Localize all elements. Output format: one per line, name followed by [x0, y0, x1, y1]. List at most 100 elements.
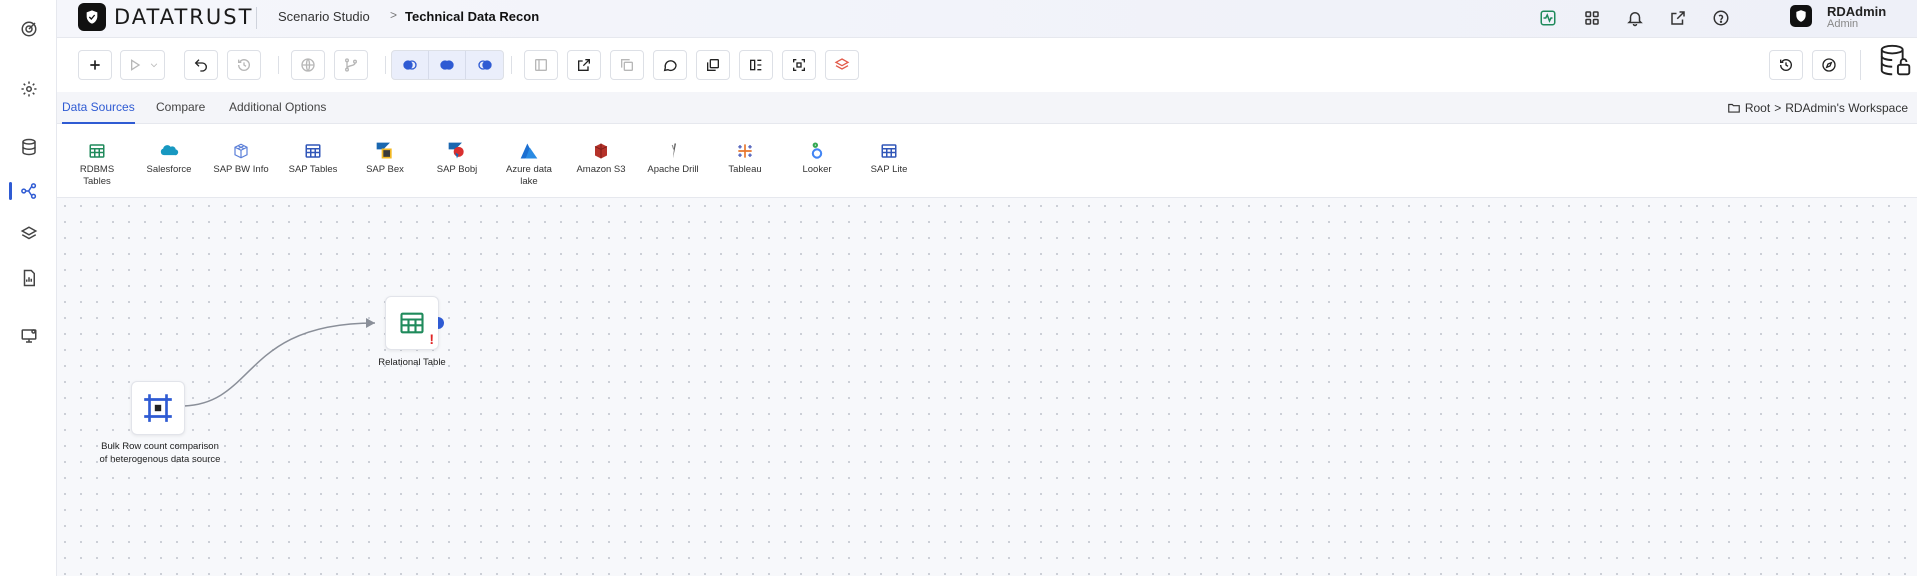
report-icon [23, 269, 35, 287]
align-button[interactable] [739, 50, 773, 80]
brand-logo[interactable]: DATATRUST [78, 3, 253, 31]
gear-icon [21, 81, 36, 97]
left-rail [0, 0, 57, 576]
workspace-breadcrumb[interactable]: Root > RDAdmin's Workspace [1727, 101, 1908, 115]
rail-item-monitor[interactable] [0, 318, 57, 354]
left-join-button[interactable] [392, 51, 429, 79]
globe-button[interactable] [291, 50, 325, 80]
export-button[interactable] [567, 50, 601, 80]
external-link-icon [1671, 11, 1685, 25]
comment-button[interactable] [653, 50, 687, 80]
database-connect-icon [1880, 44, 1911, 76]
monitor-icon [21, 329, 36, 343]
help-button[interactable] [1710, 7, 1732, 29]
warning-icon: ! [429, 331, 434, 347]
rail-item-dashboard[interactable] [0, 11, 57, 47]
panel-button[interactable] [524, 50, 558, 80]
target-icon [21, 21, 36, 37]
tab-bar: Data Sources Compare Additional Options … [57, 92, 1917, 124]
cube-icon [231, 141, 251, 161]
undo-icon [194, 59, 207, 72]
rail-item-scenarios[interactable] [0, 173, 57, 209]
version-history-button[interactable] [1769, 50, 1803, 80]
source-tableau[interactable]: Tableau [715, 141, 775, 176]
source-sap-tables[interactable]: SAP Tables [283, 141, 343, 176]
breadcrumb-studio[interactable]: Scenario Studio [278, 9, 370, 24]
tab-additional-options[interactable]: Additional Options [229, 100, 326, 122]
copy-icon [621, 59, 633, 71]
history-button[interactable] [227, 50, 261, 80]
table-icon [879, 141, 899, 161]
user-role: Admin [1827, 18, 1859, 30]
chevron-down-icon [150, 63, 157, 68]
toolbar [57, 38, 1917, 92]
source-salesforce[interactable]: Salesforce [139, 141, 199, 176]
top-bar: DATATRUST Scenario Studio > Technical Da… [57, 0, 1917, 38]
data-connections-button[interactable] [1874, 39, 1917, 83]
scenario-canvas[interactable]: Bulk Row count comparison of heterogenou… [57, 198, 1917, 576]
add-button[interactable] [78, 50, 112, 80]
workspace-root: Root [1744, 101, 1771, 115]
compare-frame-icon [144, 394, 172, 422]
tab-compare[interactable]: Compare [156, 100, 205, 122]
help-icon [1713, 10, 1729, 26]
open-external-button[interactable] [1667, 7, 1689, 29]
divider [278, 56, 279, 74]
sap-bobj-icon [447, 141, 467, 161]
right-join-button[interactable] [466, 51, 503, 79]
history-icon [238, 58, 250, 71]
source-label: Tableau [728, 164, 762, 175]
restore-icon [1780, 58, 1792, 71]
plus-icon [90, 60, 100, 70]
source-azure-data-lake[interactable]: Azure data lake [499, 141, 559, 188]
duplicate-icon [707, 59, 719, 71]
source-amazon-s3[interactable]: Amazon S3 [571, 141, 631, 176]
compare-node-label: Bulk Row count comparison of heterogenou… [99, 441, 221, 465]
azure-icon [519, 141, 539, 161]
source-label: Azure data lake [506, 164, 552, 187]
source-sap-lite[interactable]: SAP Lite [859, 141, 919, 176]
undo-button[interactable] [184, 50, 218, 80]
source-sap-bw-info[interactable]: SAP BW Info [211, 141, 271, 176]
tab-data-sources[interactable]: Data Sources [62, 100, 135, 124]
right-join-icon [477, 60, 492, 70]
tableau-icon [735, 141, 755, 161]
notifications-button[interactable] [1624, 7, 1646, 29]
branch-icon [345, 58, 357, 72]
navigate-button[interactable] [1812, 50, 1846, 80]
folder-icon [1728, 103, 1740, 113]
table-icon [87, 141, 107, 161]
comment-icon [663, 60, 677, 72]
run-button[interactable] [120, 50, 165, 80]
duplicate-button[interactable] [696, 50, 730, 80]
rail-item-data[interactable] [0, 129, 57, 165]
source-sap-bex[interactable]: SAP Bex [355, 141, 415, 176]
globe-icon [301, 58, 315, 72]
branch-button[interactable] [334, 50, 368, 80]
divider [256, 7, 257, 29]
bell-icon [1627, 12, 1643, 27]
rail-item-reports[interactable] [0, 260, 57, 296]
looker-icon [807, 141, 827, 161]
stack-button[interactable] [825, 50, 859, 80]
rail-item-settings[interactable] [0, 71, 57, 107]
left-join-icon [403, 60, 417, 70]
source-apache-drill[interactable]: Apache Drill [643, 141, 703, 176]
copy-node-button[interactable] [610, 50, 644, 80]
relational-table-node[interactable]: ! [385, 296, 444, 350]
apps-button[interactable] [1581, 7, 1603, 29]
inner-join-button[interactable] [429, 51, 466, 79]
source-rdbms-tables[interactable]: RDBMS Tables [67, 141, 127, 188]
source-sap-bobj[interactable]: SAP Bobj [427, 141, 487, 176]
divider [511, 56, 512, 74]
table-icon [400, 312, 424, 334]
rail-item-layers[interactable] [0, 216, 57, 252]
source-label: RDBMS Tables [79, 164, 115, 187]
activity-button[interactable] [1537, 7, 1559, 29]
source-looker[interactable]: Looker [787, 141, 847, 176]
fit-view-button[interactable] [782, 50, 816, 80]
compare-node[interactable] [131, 381, 185, 435]
activity-icon [1540, 10, 1556, 26]
avatar[interactable] [1790, 5, 1812, 27]
user-name[interactable]: RDAdmin [1827, 4, 1886, 19]
